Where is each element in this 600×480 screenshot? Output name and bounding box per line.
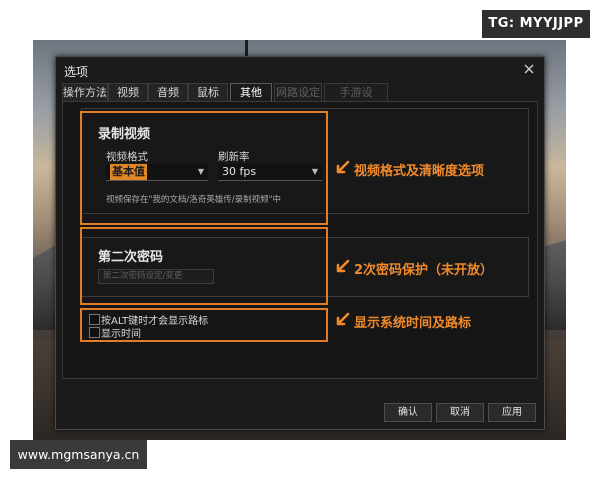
tab-audio[interactable]: 音频	[148, 83, 188, 101]
highlight-box-password	[80, 227, 328, 305]
annotation-password-text: 2次密码保护（未开放）	[354, 263, 494, 278]
annotation-time-text: 显示系统时间及路标	[354, 316, 472, 331]
watermark-bottom: www.mgmsanya.cn	[10, 440, 147, 469]
cancel-button[interactable]: 取消	[436, 403, 484, 422]
dialog-titlebar: 选项	[56, 57, 544, 81]
tab-network[interactable]: 网路设定	[274, 83, 322, 101]
arrow-pointer-icon	[336, 312, 350, 326]
tab-mobile[interactable]: 手游设定……	[324, 83, 388, 116]
confirm-button[interactable]: 确认	[384, 403, 432, 422]
close-icon[interactable]	[522, 62, 536, 76]
annotation-video: 视频格式及清晰度选项	[336, 160, 485, 179]
watermark-top: TG: MYYJJPP	[482, 10, 590, 38]
tab-mouse[interactable]: 鼠标	[188, 83, 228, 101]
highlight-box-video	[80, 111, 328, 225]
tab-video[interactable]: 视频	[108, 83, 148, 101]
arrow-pointer-icon	[336, 259, 350, 273]
annotation-time: 显示系统时间及路标	[336, 312, 472, 331]
tab-other[interactable]: 其他	[230, 83, 272, 101]
annotation-video-text: 视频格式及清晰度选项	[354, 164, 485, 179]
annotation-password: 2次密码保护（未开放）	[336, 259, 494, 278]
highlight-box-time	[80, 308, 328, 342]
apply-button[interactable]: 应用	[488, 403, 536, 422]
tab-controls[interactable]: 操作方法	[62, 83, 108, 101]
dialog-title: 选项	[64, 65, 89, 79]
arrow-pointer-icon	[336, 160, 350, 174]
